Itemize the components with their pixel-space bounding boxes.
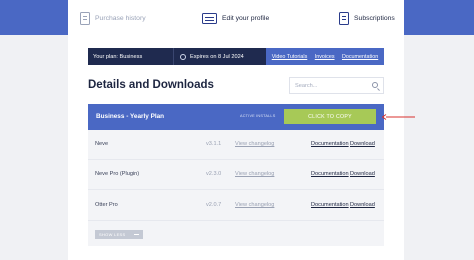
nav-purchase-history[interactable]: Purchase history: [80, 11, 146, 25]
clock-icon: [180, 53, 186, 60]
video-tutorials-link[interactable]: Video Tutorials: [272, 54, 308, 60]
download-link[interactable]: Download: [350, 202, 375, 208]
plan-links: Video Tutorials Invoices Documentation: [266, 48, 384, 65]
documentation-link[interactable]: Documentation: [342, 54, 378, 60]
id-card-icon: [202, 12, 217, 24]
divider: [173, 48, 174, 65]
plan-name: Your plan: Business: [93, 53, 143, 60]
nav-edit-profile[interactable]: Edit your profile: [202, 11, 269, 25]
copy-license-button[interactable]: CLICK TO COPY: [284, 109, 376, 124]
active-installs-label[interactable]: ACTIVE INSTALLS: [240, 114, 275, 118]
search-icon[interactable]: [372, 82, 378, 88]
minus-icon: [134, 234, 139, 235]
item-version: v3.1.1: [206, 141, 222, 147]
product-header: Business - Yearly Plan ACTIVE INSTALLS C…: [88, 104, 384, 130]
account-panel: Purchase history Edit your profile Subsc…: [68, 0, 404, 260]
document-icon: [339, 11, 349, 25]
nav-subscriptions[interactable]: Subscriptions: [339, 11, 395, 25]
documentation-link[interactable]: Documentation: [311, 141, 349, 147]
list-item: Otter Pro v2.0.7 View changelog Document…: [88, 191, 384, 221]
documentation-link[interactable]: Documentation: [311, 171, 349, 177]
item-name: Neve Pro (Plugin): [95, 171, 140, 177]
item-name: Neve: [95, 141, 109, 147]
invoices-link[interactable]: Invoices: [315, 54, 335, 60]
item-version: v2.3.0: [206, 171, 222, 177]
nav-purchase-history-label: Purchase history: [95, 14, 146, 22]
show-less-button[interactable]: SHOW LESS: [95, 230, 143, 239]
nav-subscriptions-label: Subscriptions: [354, 14, 395, 22]
list-item: Neve Pro (Plugin) v2.3.0 View changelog …: [88, 160, 384, 190]
page-title: Details and Downloads: [88, 79, 214, 91]
account-nav: Purchase history Edit your profile Subsc…: [68, 0, 404, 35]
download-link[interactable]: Download: [350, 171, 375, 177]
nav-edit-profile-label: Edit your profile: [222, 14, 270, 22]
product-name: Business - Yearly Plan: [96, 113, 165, 120]
show-less-label: SHOW LESS: [99, 232, 126, 237]
item-version: v2.0.7: [206, 202, 222, 208]
documentation-link[interactable]: Documentation: [311, 202, 349, 208]
arrow-icon: [382, 114, 415, 120]
download-link[interactable]: Download: [350, 141, 375, 147]
receipt-icon: [80, 11, 90, 25]
search-input[interactable]: Search...: [289, 77, 384, 94]
plan-expiry: Expires on 8 Jul 2024: [190, 53, 244, 60]
item-name: Otter Pro: [95, 202, 118, 208]
downloads-list: Neve v3.1.1 View changelog Documentation…: [88, 130, 384, 246]
search-placeholder: Search...: [295, 82, 318, 89]
list-item: Neve v3.1.1 View changelog Documentation…: [88, 130, 384, 160]
view-changelog-link[interactable]: View changelog: [235, 141, 274, 147]
view-changelog-link[interactable]: View changelog: [235, 171, 274, 177]
view-changelog-link[interactable]: View changelog: [235, 202, 274, 208]
